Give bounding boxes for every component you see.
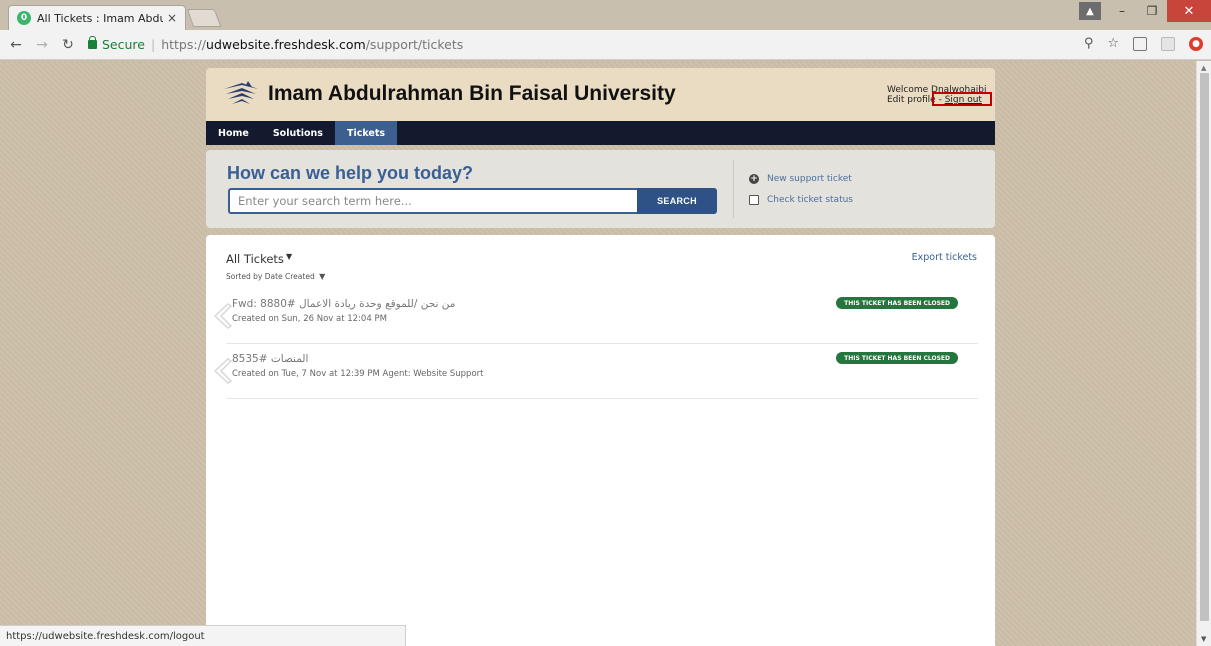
document-icon bbox=[749, 195, 759, 205]
nav-tab-solutions[interactable]: Solutions bbox=[261, 121, 335, 145]
ticket-status-badge: THIS TICKET HAS BEEN CLOSED bbox=[836, 352, 958, 364]
tab-title: All Tickets : Imam Abdulr bbox=[37, 11, 163, 25]
minimize-icon[interactable]: – bbox=[1107, 0, 1137, 22]
url-scheme: https:// bbox=[161, 36, 207, 52]
ticket-status-badge: THIS TICKET HAS BEEN CLOSED bbox=[836, 297, 958, 309]
sort-control[interactable]: Sorted by Date Created ▼ bbox=[226, 272, 325, 281]
scroll-thumb[interactable] bbox=[1200, 73, 1209, 621]
check-status-link[interactable]: Check ticket status bbox=[749, 195, 853, 205]
new-ticket-link[interactable]: + New support ticket bbox=[749, 174, 852, 184]
scroll-up-icon[interactable]: ▲ bbox=[1201, 64, 1206, 72]
ticket-row[interactable]: المنصات #8535 Created on Tue, 7 Nov at 1… bbox=[213, 345, 978, 399]
ticket-meta: Created on Tue, 7 Nov at 12:39 PM Agent:… bbox=[232, 369, 484, 379]
help-search-panel: How can we help you today? SEARCH + New … bbox=[206, 150, 995, 228]
sort-label: Sorted by Date Created bbox=[226, 272, 315, 281]
ticket-icon bbox=[213, 303, 233, 329]
portal-nav: Home Solutions Tickets bbox=[206, 121, 995, 145]
university-logo-icon[interactable] bbox=[222, 79, 260, 109]
extension-icon[interactable] bbox=[1133, 36, 1147, 51]
url-host: udwebsite.freshdesk.com bbox=[206, 36, 366, 52]
sort-caret-icon: ▼ bbox=[319, 272, 326, 281]
tickets-panel: All Tickets ▼ Sorted by Date Created ▼ Ex… bbox=[206, 235, 995, 646]
scroll-down-icon[interactable]: ▼ bbox=[1201, 635, 1206, 643]
university-name[interactable]: Imam Abdulrahman Bin Faisal University bbox=[268, 82, 676, 106]
url-separator: | bbox=[150, 36, 156, 52]
search-input[interactable] bbox=[228, 188, 637, 214]
secure-label: Secure bbox=[102, 36, 145, 52]
nav-tab-home[interactable]: Home bbox=[206, 121, 261, 145]
check-status-label: Check ticket status bbox=[767, 195, 853, 205]
edit-profile-link[interactable]: Edit profile bbox=[887, 95, 936, 105]
window-close-icon[interactable]: ✕ bbox=[1167, 0, 1211, 22]
zoom-icon[interactable]: ⚲ bbox=[1084, 36, 1094, 51]
help-heading: How can we help you today? bbox=[227, 163, 474, 183]
ticket-row[interactable]: Fwd: من نحن /للموقع وحدة ريادة الاعمال #… bbox=[213, 290, 978, 344]
tab-close-icon[interactable]: × bbox=[167, 11, 177, 25]
bookmark-star-icon[interactable]: ☆ bbox=[1107, 36, 1119, 51]
address-bar[interactable]: Secure | https://udwebsite.freshdesk.com… bbox=[88, 33, 1063, 55]
browser-status-bar: https://udwebsite.freshdesk.com/logout bbox=[0, 625, 406, 646]
back-arrow-icon[interactable]: ← bbox=[6, 37, 26, 53]
new-ticket-label: New support ticket bbox=[767, 174, 852, 184]
extension-red-icon[interactable]: ● bbox=[1189, 36, 1203, 51]
nav-tab-tickets[interactable]: Tickets bbox=[334, 121, 398, 145]
freshdesk-favicon-icon: 0 bbox=[17, 11, 31, 25]
window-controls: ▲ – ❐ ✕ bbox=[1079, 0, 1211, 22]
restore-icon[interactable]: ❐ bbox=[1137, 0, 1167, 22]
plus-icon: + bbox=[749, 174, 759, 184]
vertical-scrollbar[interactable]: ▲ ▼ bbox=[1196, 61, 1211, 646]
browser-tab-active[interactable]: 0 All Tickets : Imam Abdulr × bbox=[8, 5, 186, 30]
lock-icon bbox=[88, 35, 97, 49]
export-tickets-link[interactable]: Export tickets bbox=[912, 252, 977, 263]
ticket-title[interactable]: المنصات #8535 bbox=[232, 353, 308, 365]
panel-divider bbox=[733, 160, 734, 218]
all-tickets-filter[interactable]: All Tickets ▼ bbox=[226, 252, 292, 266]
ticket-meta: Created on Sun, 26 Nov at 12:04 PM bbox=[232, 314, 387, 324]
extension-2-icon[interactable] bbox=[1161, 36, 1175, 51]
portal-header: Imam Abdulrahman Bin Faisal University W… bbox=[206, 68, 995, 121]
url-path: /support/tickets bbox=[365, 36, 464, 52]
new-tab-button[interactable] bbox=[186, 9, 222, 27]
reload-icon[interactable]: ↻ bbox=[58, 37, 78, 53]
caret-down-icon: ▼ bbox=[285, 252, 293, 261]
forward-arrow-icon[interactable]: → bbox=[32, 37, 52, 53]
user-profile-icon[interactable]: ▲ bbox=[1079, 2, 1101, 20]
ticket-title[interactable]: Fwd: من نحن /للموقع وحدة ريادة الاعمال #… bbox=[232, 298, 455, 310]
toolbar-actions: ⚲ ☆ ● bbox=[1084, 36, 1203, 51]
browser-titlebar: 0 All Tickets : Imam Abdulr × ▲ – ❐ ✕ bbox=[0, 0, 1211, 30]
all-tickets-heading: All Tickets bbox=[226, 252, 284, 266]
search-button[interactable]: SEARCH bbox=[637, 188, 717, 214]
ticket-icon bbox=[213, 358, 233, 384]
sign-out-highlight-box bbox=[932, 92, 992, 106]
